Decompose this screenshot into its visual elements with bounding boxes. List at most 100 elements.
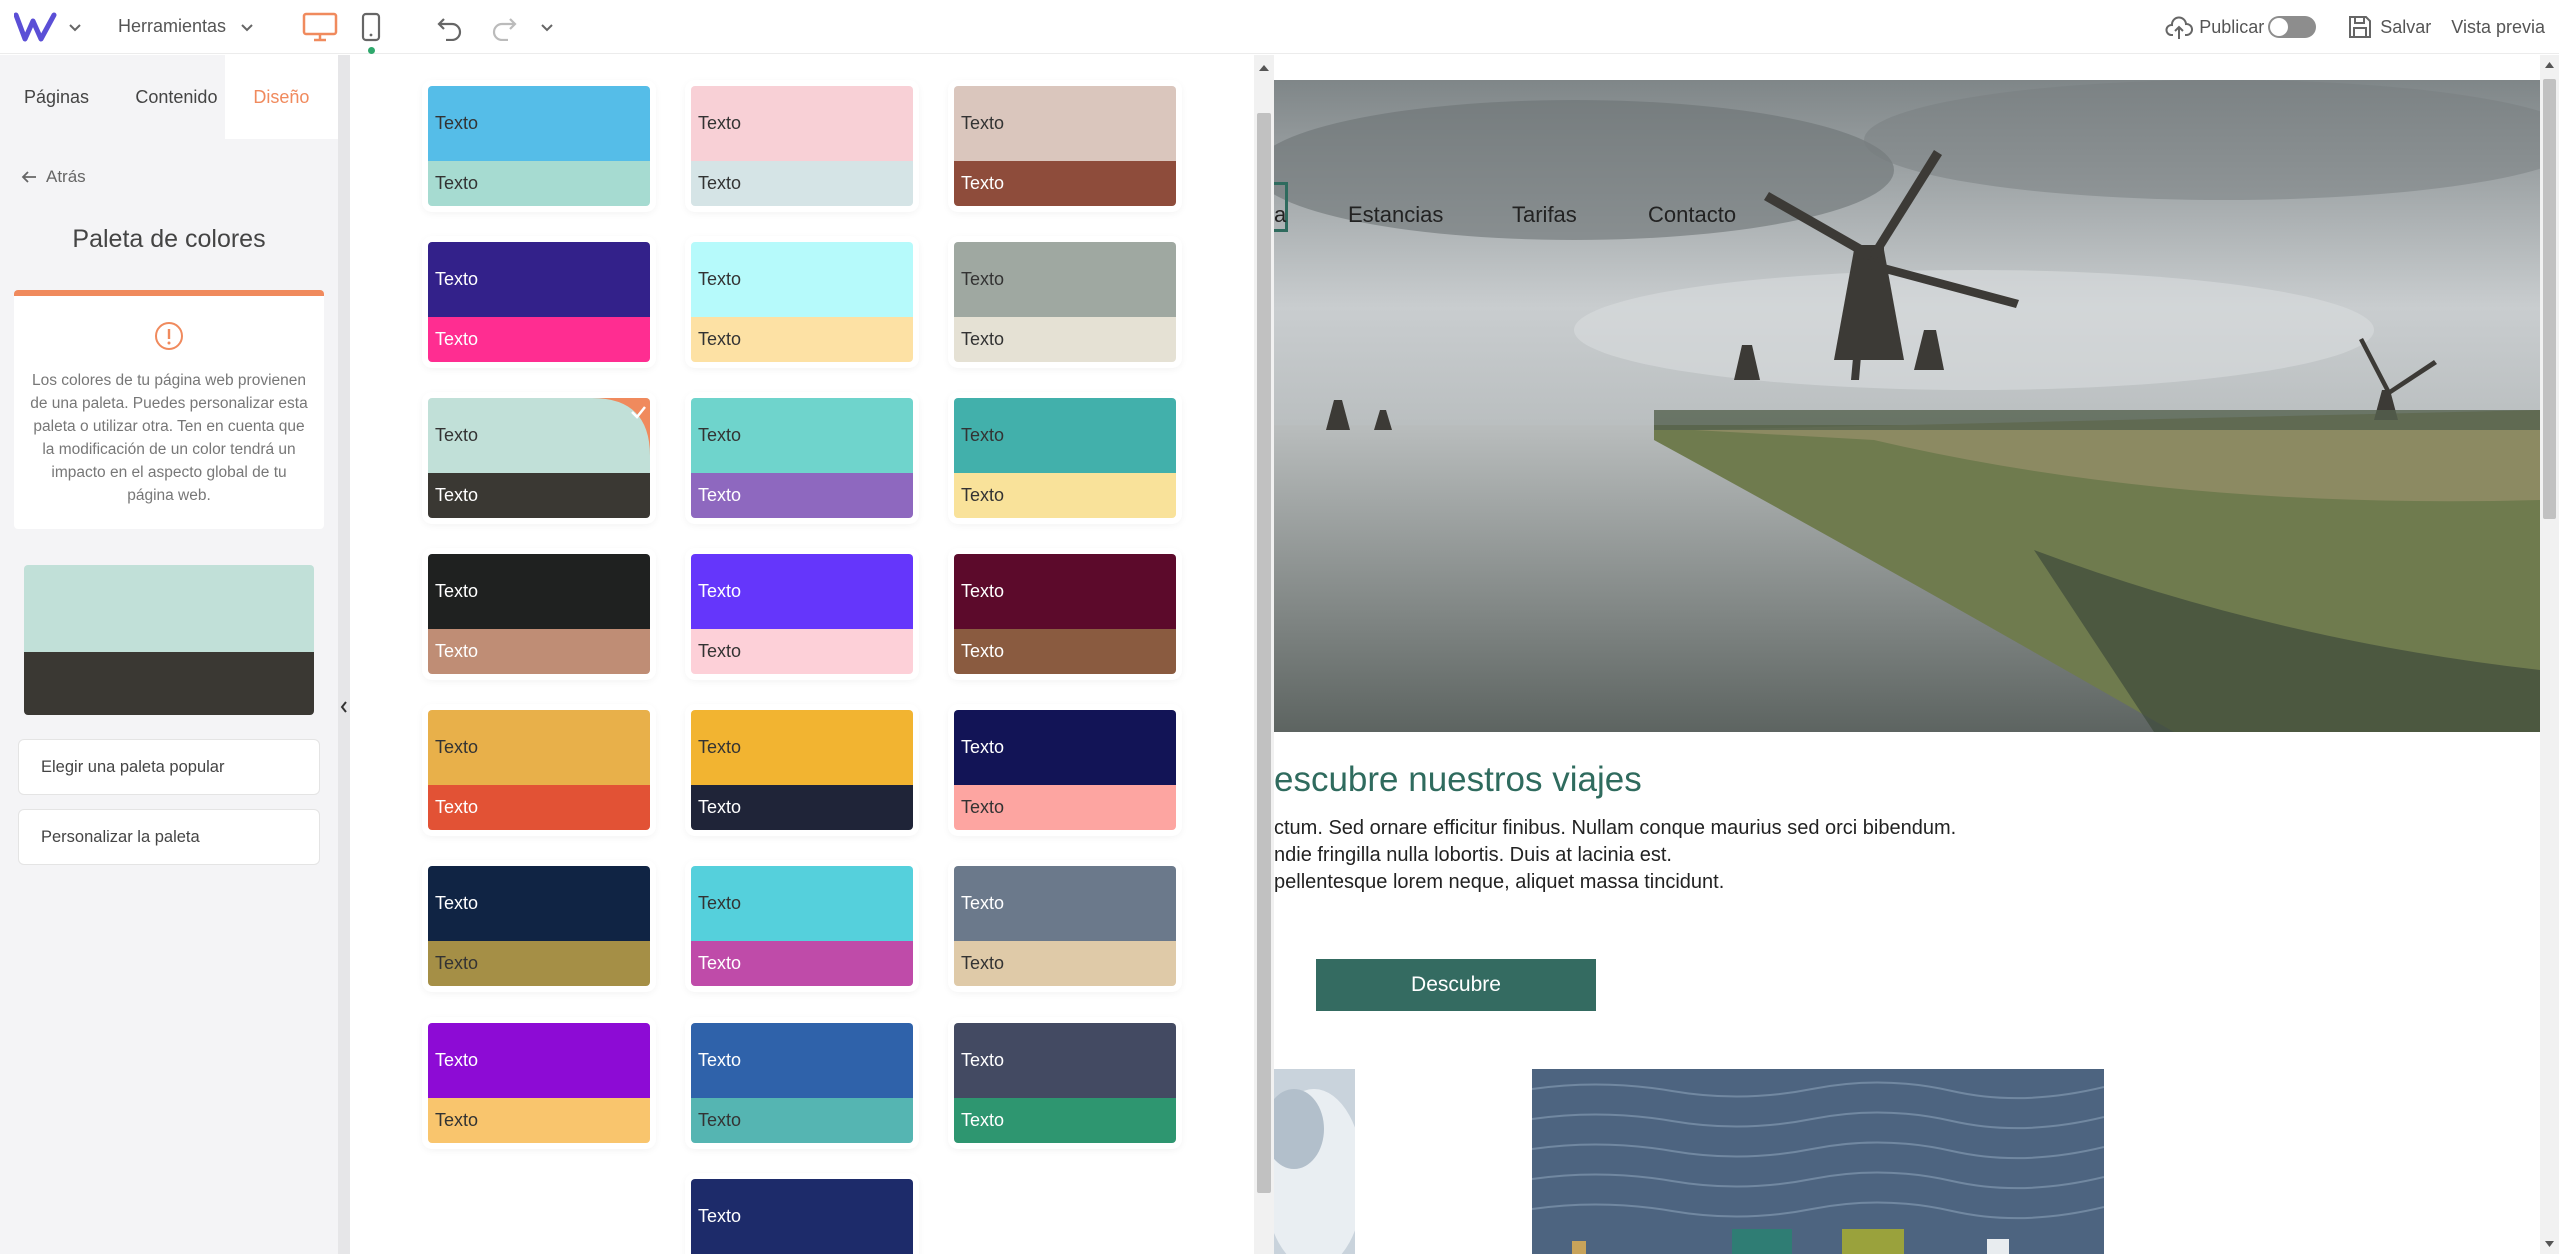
palette-primary-sample: Texto	[691, 242, 913, 317]
section-text-line: ctum. Sed ornare efficitur finibus. Null…	[1274, 817, 1957, 839]
nav-item-estancias[interactable]: Estancias	[1348, 202, 1443, 228]
palette-option[interactable]: TextoTexto	[428, 242, 650, 362]
collapse-chevron-icon[interactable]	[339, 699, 349, 715]
scrollbar-thumb[interactable]	[2543, 79, 2556, 519]
mobile-view-button[interactable]	[360, 12, 382, 54]
palette-primary-sample: Texto	[954, 86, 1176, 161]
palette-secondary-sample: Texto	[428, 1098, 650, 1143]
scroll-up-icon[interactable]	[1259, 63, 1269, 71]
cloud-upload-icon	[2165, 16, 2194, 39]
palette-secondary-sample: Texto	[954, 941, 1176, 986]
palette-scrollbar[interactable]	[1254, 55, 1274, 1254]
palette-secondary-sample: Texto	[954, 473, 1176, 518]
palette-option[interactable]: TextoTexto	[691, 1179, 913, 1254]
site-preview: a Estancias Tarifas Contacto escubre nue…	[1274, 55, 2540, 1254]
palette-option[interactable]: TextoTexto	[428, 710, 650, 830]
palette-secondary-sample: Texto	[428, 785, 650, 830]
palette-primary-sample: Texto	[691, 710, 913, 785]
save-button[interactable]: Salvar	[2346, 13, 2431, 41]
palette-primary-sample: Texto	[691, 1179, 913, 1254]
desktop-icon	[302, 12, 338, 41]
palette-grid: Texto Texto Texto Texto Texto Texto Texto Texto…	[350, 55, 1254, 1254]
scrollbar-thumb[interactable]	[1257, 113, 1271, 1193]
current-palette-top	[24, 565, 314, 652]
palette-option[interactable]: TextoTexto	[428, 866, 650, 986]
logo-icon[interactable]	[14, 11, 58, 43]
more-chevron-icon[interactable]	[540, 20, 554, 34]
palette-option[interactable]: TextoTexto	[954, 1023, 1176, 1143]
design-panel: Páginas Contenido Diseño Atrás Paleta de…	[0, 55, 338, 1254]
preview-scrollbar[interactable]	[2540, 55, 2559, 1254]
back-label: Atrás	[46, 167, 86, 186]
redo-icon[interactable]	[490, 13, 518, 41]
palette-secondary-sample: Texto	[691, 473, 913, 518]
palette-option[interactable]: TextoTexto	[691, 86, 913, 206]
info-icon	[155, 322, 183, 350]
section-text-line: ndie fringilla nulla lobortis. Duis at l…	[1274, 844, 1672, 866]
palette-primary-sample: Texto	[691, 86, 913, 161]
palette-option[interactable]: TextoTexto	[954, 86, 1176, 206]
panel-splitter[interactable]	[338, 55, 350, 1254]
customize-palette-button[interactable]: Personalizar la paleta	[18, 809, 320, 865]
palette-secondary-sample: Texto	[954, 1098, 1176, 1143]
palette-primary-sample: Texto	[954, 1023, 1176, 1098]
palette-option[interactable]: TextoTexto	[954, 398, 1176, 518]
palette-secondary-sample: Texto	[691, 317, 913, 362]
palette-option[interactable]: TextoTexto	[954, 710, 1176, 830]
palette-primary-sample: Texto	[954, 866, 1176, 941]
chevron-down-icon	[241, 23, 253, 31]
gallery-image	[1532, 1069, 2104, 1254]
palette-primary-sample: Texto	[428, 554, 650, 629]
discover-button[interactable]: Descubre	[1316, 959, 1596, 1011]
palette-option[interactable]: TextoTexto	[428, 398, 650, 518]
tools-label: Herramientas	[118, 16, 227, 36]
tab-content[interactable]: Contenido	[111, 87, 222, 108]
nav-item-contacto[interactable]: Contacto	[1648, 202, 1736, 228]
palette-option[interactable]: TextoTexto	[954, 554, 1176, 674]
publish-control[interactable]: Publicar	[2165, 13, 2317, 41]
palette-option[interactable]: TextoTexto	[691, 710, 913, 830]
palette-primary-sample: Texto	[691, 1023, 913, 1098]
palette-option[interactable]: TextoTexto	[428, 86, 650, 206]
desktop-view-button[interactable]	[302, 12, 338, 42]
tab-pages[interactable]: Páginas	[0, 87, 111, 108]
palette-option[interactable]: TextoTexto	[691, 1023, 913, 1143]
palette-option[interactable]: TextoTexto	[691, 866, 913, 986]
palette-option[interactable]: TextoTexto	[691, 554, 913, 674]
palette-primary-sample: Texto	[954, 398, 1176, 473]
palette-option[interactable]: TextoTexto	[691, 398, 913, 518]
current-palette-preview	[24, 565, 314, 715]
scroll-up-icon[interactable]	[2545, 61, 2554, 68]
palette-secondary-sample: Texto	[428, 629, 650, 674]
preview-button[interactable]: Vista previa	[2451, 17, 2545, 38]
palette-primary-sample: Texto	[428, 866, 650, 941]
palette-primary-sample: Texto	[428, 710, 650, 785]
current-palette-bottom	[24, 652, 314, 715]
choose-popular-palette-button[interactable]: Elegir una paleta popular	[18, 739, 320, 795]
tools-menu[interactable]: Herramientas	[118, 16, 254, 37]
nav-item-tarifas[interactable]: Tarifas	[1512, 202, 1577, 228]
palette-option[interactable]: TextoTexto	[428, 554, 650, 674]
palette-primary-sample: Texto	[691, 866, 913, 941]
palette-option[interactable]: TextoTexto	[428, 1023, 650, 1143]
publish-label: Publicar	[2199, 16, 2265, 37]
chevron-down-icon[interactable]	[68, 20, 82, 34]
publish-toggle[interactable]	[2268, 16, 2317, 38]
palette-secondary-sample: Texto	[954, 629, 1176, 674]
nav-item-home[interactable]: a	[1274, 202, 1286, 228]
scroll-down-icon[interactable]	[2545, 1241, 2554, 1248]
palette-primary-sample: Texto	[954, 554, 1176, 629]
section-text-line: pellentesque lorem neque, aliquet massa …	[1274, 871, 1725, 893]
palette-primary-sample: Texto	[691, 398, 913, 473]
palette-option[interactable]: TextoTexto	[691, 242, 913, 362]
back-link[interactable]: Atrás	[20, 167, 338, 187]
tab-design[interactable]: Diseño	[224, 55, 338, 139]
top-toolbar: Herramientas Publicar Salvar Vista previ…	[0, 0, 2559, 54]
gallery-image	[1274, 1069, 1355, 1254]
undo-icon[interactable]	[436, 13, 464, 41]
palette-secondary-sample: Texto	[691, 1098, 913, 1143]
palette-option[interactable]: TextoTexto	[954, 242, 1176, 362]
palette-option[interactable]: TextoTexto	[954, 866, 1176, 986]
section-title: escubre nuestros viajes	[1274, 760, 1642, 799]
active-indicator	[368, 46, 376, 54]
